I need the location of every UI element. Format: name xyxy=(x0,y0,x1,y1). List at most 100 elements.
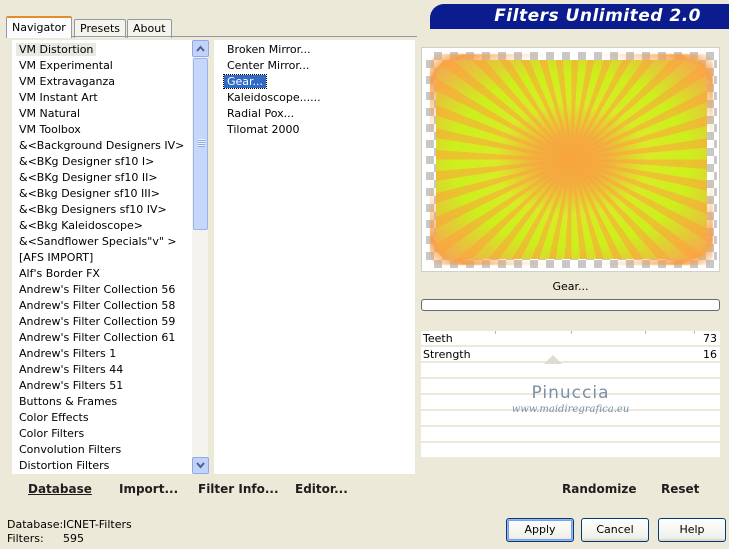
param-slider-track[interactable] xyxy=(495,347,695,364)
param-label: Strength xyxy=(423,348,471,361)
app-title-banner: Filters Unlimited 2.0 xyxy=(430,4,729,29)
param-strength[interactable]: Strength 16 xyxy=(421,347,720,364)
category-item[interactable]: &<Bkg Designer sf10 III> xyxy=(12,186,191,202)
randomize-button[interactable]: Randomize xyxy=(562,477,636,501)
param-label: Teeth xyxy=(423,332,453,345)
filter-list[interactable]: Broken Mirror... Center Mirror... Gear... K… xyxy=(214,40,415,474)
filter-item-label: Kaleidoscope...... xyxy=(227,91,321,104)
category-item[interactable]: &<Bkg Designers sf10 IV> xyxy=(12,202,191,218)
category-item[interactable]: Distortion Filters xyxy=(12,458,191,474)
filter-item[interactable]: Kaleidoscope...... xyxy=(214,90,415,106)
category-item[interactable]: Andrew's Filters 51 xyxy=(12,378,191,394)
param-teeth[interactable]: Teeth 73 xyxy=(421,331,720,347)
category-item[interactable]: VM Natural xyxy=(12,106,191,122)
category-scrollbar[interactable] xyxy=(191,40,209,474)
category-item-label: VM Experimental xyxy=(19,59,113,72)
category-item-label: Andrew's Filter Collection 61 xyxy=(19,331,176,344)
filter-item[interactable]: Center Mirror... xyxy=(214,58,415,74)
param-empty-row xyxy=(421,411,720,427)
category-item-label: &<BKg Designer sf10 II> xyxy=(19,171,158,184)
filter-item-label: Radial Pox... xyxy=(227,107,295,120)
tab-navigator[interactable]: Navigator xyxy=(6,16,72,38)
filter-item[interactable]: Tilomat 2000 xyxy=(214,122,415,138)
category-item-label: Andrew's Filters 44 xyxy=(19,363,124,376)
help-button[interactable]: Help xyxy=(658,518,726,542)
category-item[interactable]: VM Experimental xyxy=(12,58,191,74)
filter-item[interactable]: Radial Pox... xyxy=(214,106,415,122)
param-slider-track[interactable] xyxy=(495,331,695,347)
category-item[interactable]: Convolution Filters xyxy=(12,442,191,458)
chevron-up-icon xyxy=(196,45,205,52)
category-item[interactable]: VM Toolbox xyxy=(12,122,191,138)
param-empty-row xyxy=(421,395,720,411)
category-item-label: VM Toolbox xyxy=(19,123,81,136)
category-item-label: Buttons & Frames xyxy=(19,395,118,408)
category-item[interactable]: Color Filters xyxy=(12,426,191,442)
param-empty-row xyxy=(421,379,720,395)
param-empty-row xyxy=(421,427,720,443)
category-item-label: Alf's Border FX xyxy=(19,267,100,280)
scroll-up-button[interactable] xyxy=(192,40,209,57)
status-database-value: ICNET-Filters xyxy=(63,518,132,531)
category-list[interactable]: VM Distortion VM Experimental VM Extravaga… xyxy=(12,40,191,474)
category-item[interactable]: Andrew's Filter Collection 58 xyxy=(12,298,191,314)
category-item-label: Andrew's Filter Collection 56 xyxy=(19,283,176,296)
filter-item-label: Broken Mirror... xyxy=(227,43,311,56)
category-item[interactable]: [AFS IMPORT] xyxy=(12,250,191,266)
category-item[interactable]: VM Extravaganza xyxy=(12,74,191,90)
filter-item-label: Center Mirror... xyxy=(227,59,310,72)
apply-button[interactable]: Apply xyxy=(506,518,574,542)
editor-button[interactable]: Editor... xyxy=(295,477,348,501)
category-item[interactable]: &<Sandflower Specials"v" > xyxy=(12,234,191,250)
category-item[interactable]: Andrew's Filters 1 xyxy=(12,346,191,362)
category-item[interactable]: VM Distortion xyxy=(12,42,191,58)
status-filters-label: Filters: xyxy=(7,532,44,545)
category-item[interactable]: Andrew's Filter Collection 56 xyxy=(12,282,191,298)
status-area: Database:ICNET-Filters Filters: 595 xyxy=(7,518,132,546)
scroll-down-button[interactable] xyxy=(192,457,209,474)
category-item[interactable]: Alf's Border FX xyxy=(12,266,191,282)
param-empty-row xyxy=(421,443,720,459)
progress-bar xyxy=(421,299,720,311)
chevron-down-icon xyxy=(196,462,205,469)
category-item-label: Andrew's Filter Collection 58 xyxy=(19,299,176,312)
category-item[interactable]: Andrew's Filter Collection 59 xyxy=(12,314,191,330)
grip-icon xyxy=(198,139,205,147)
filter-item-label: Gear... xyxy=(222,74,268,89)
database-button[interactable]: Database xyxy=(28,477,92,501)
category-item-label: VM Natural xyxy=(19,107,81,120)
category-item-label: &<Bkg Designers sf10 IV> xyxy=(19,203,167,216)
slider-thumb[interactable] xyxy=(544,355,562,364)
status-filters-value: 595 xyxy=(63,532,84,545)
category-item-label: &<Bkg Designer sf10 III> xyxy=(19,187,161,200)
category-item[interactable]: &<Bkg Kaleidoscope> xyxy=(12,218,191,234)
category-item[interactable]: &<BKg Designer sf10 II> xyxy=(12,170,191,186)
import-button[interactable]: Import... xyxy=(119,477,178,501)
category-item-label: Andrew's Filters 51 xyxy=(19,379,124,392)
category-item[interactable]: Color Effects xyxy=(12,410,191,426)
filter-item-label: Tilomat 2000 xyxy=(227,123,300,136)
category-item-label: VM Extravaganza xyxy=(19,75,116,88)
reset-button[interactable]: Reset xyxy=(661,477,699,501)
category-item-label: Andrew's Filters 1 xyxy=(19,347,117,360)
category-item-label: Distortion Filters xyxy=(19,459,110,472)
category-item-label: &<Sandflower Specials"v" > xyxy=(19,235,177,248)
cancel-button[interactable]: Cancel xyxy=(581,518,649,542)
scroll-thumb[interactable] xyxy=(193,58,208,230)
filter-item[interactable]: Broken Mirror... xyxy=(214,42,415,58)
category-item-label: &<Background Designers IV> xyxy=(19,139,185,152)
param-empty-row xyxy=(421,363,720,379)
category-item[interactable]: Andrew's Filters 44 xyxy=(12,362,191,378)
filter-info-button[interactable]: Filter Info... xyxy=(198,477,279,501)
category-item-label: &<BKg Designer sf10 I> xyxy=(19,155,155,168)
category-item[interactable]: &<Background Designers IV> xyxy=(12,138,191,154)
category-item-label: Color Filters xyxy=(19,427,85,440)
category-item[interactable]: &<BKg Designer sf10 I> xyxy=(12,154,191,170)
category-item[interactable]: Buttons & Frames xyxy=(12,394,191,410)
category-item[interactable]: VM Instant Art xyxy=(12,90,191,106)
filter-item[interactable]: Gear... xyxy=(214,74,415,90)
category-item[interactable]: Andrew's Filter Collection 61 xyxy=(12,330,191,346)
preview-area xyxy=(421,47,720,272)
category-item-label: VM Instant Art xyxy=(19,91,98,104)
preview-filter-name: Gear... xyxy=(552,280,589,293)
